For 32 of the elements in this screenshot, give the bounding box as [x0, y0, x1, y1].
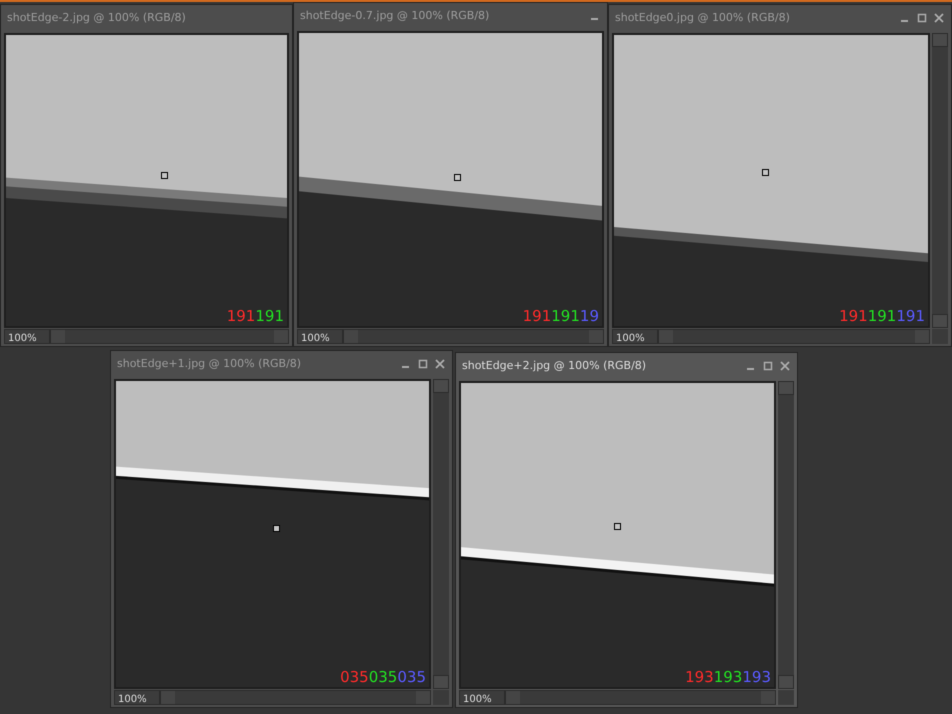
maximize-icon[interactable]: [417, 358, 429, 370]
pixel-readout: 19119119: [522, 309, 599, 324]
pixel-readout: 193193193: [685, 670, 771, 685]
zoom-field[interactable]: 100%: [114, 690, 160, 705]
pixel-readout: 191191: [226, 309, 284, 324]
zoom-field[interactable]: 100%: [612, 329, 658, 344]
horizontal-scrollbar[interactable]: [658, 329, 930, 344]
close-icon[interactable]: [933, 12, 945, 24]
horizontal-scrollbar[interactable]: [343, 329, 604, 344]
vertical-scrollbar[interactable]: [433, 379, 449, 689]
vertical-scrollbar[interactable]: [932, 33, 948, 328]
window-title: shotEdge+2.jpg @ 100% (RGB/8): [462, 358, 648, 374]
zoom-field[interactable]: 100%: [459, 690, 505, 705]
resize-grip-icon[interactable]: [778, 690, 794, 705]
vertical-scrollbar[interactable]: [778, 381, 794, 689]
close-icon[interactable]: [779, 360, 791, 372]
horizontal-scrollbar[interactable]: [160, 690, 431, 705]
window-title: shotEdge-2.jpg @ 100% (RGB/8): [7, 10, 187, 26]
window-title: shotEdge-0.7.jpg @ 100% (RGB/8): [300, 8, 490, 24]
maximize-icon[interactable]: [762, 360, 774, 372]
window-title: shotEdge+1.jpg @ 100% (RGB/8): [117, 356, 302, 372]
resize-grip-icon[interactable]: [433, 690, 449, 705]
pixel-readout: 191191191: [839, 309, 925, 324]
horizontal-scrollbar[interactable]: [50, 329, 289, 344]
maximize-icon[interactable]: [916, 12, 928, 24]
close-icon[interactable]: [434, 358, 446, 370]
zoom-field[interactable]: 100%: [297, 329, 343, 344]
resize-grip-icon[interactable]: [932, 329, 948, 344]
pixel-readout: 035035035: [340, 670, 426, 685]
horizontal-scrollbar[interactable]: [505, 690, 776, 705]
zoom-field[interactable]: 100%: [4, 329, 50, 344]
window-title: shotEdge0.jpg @ 100% (RGB/8): [615, 10, 791, 26]
